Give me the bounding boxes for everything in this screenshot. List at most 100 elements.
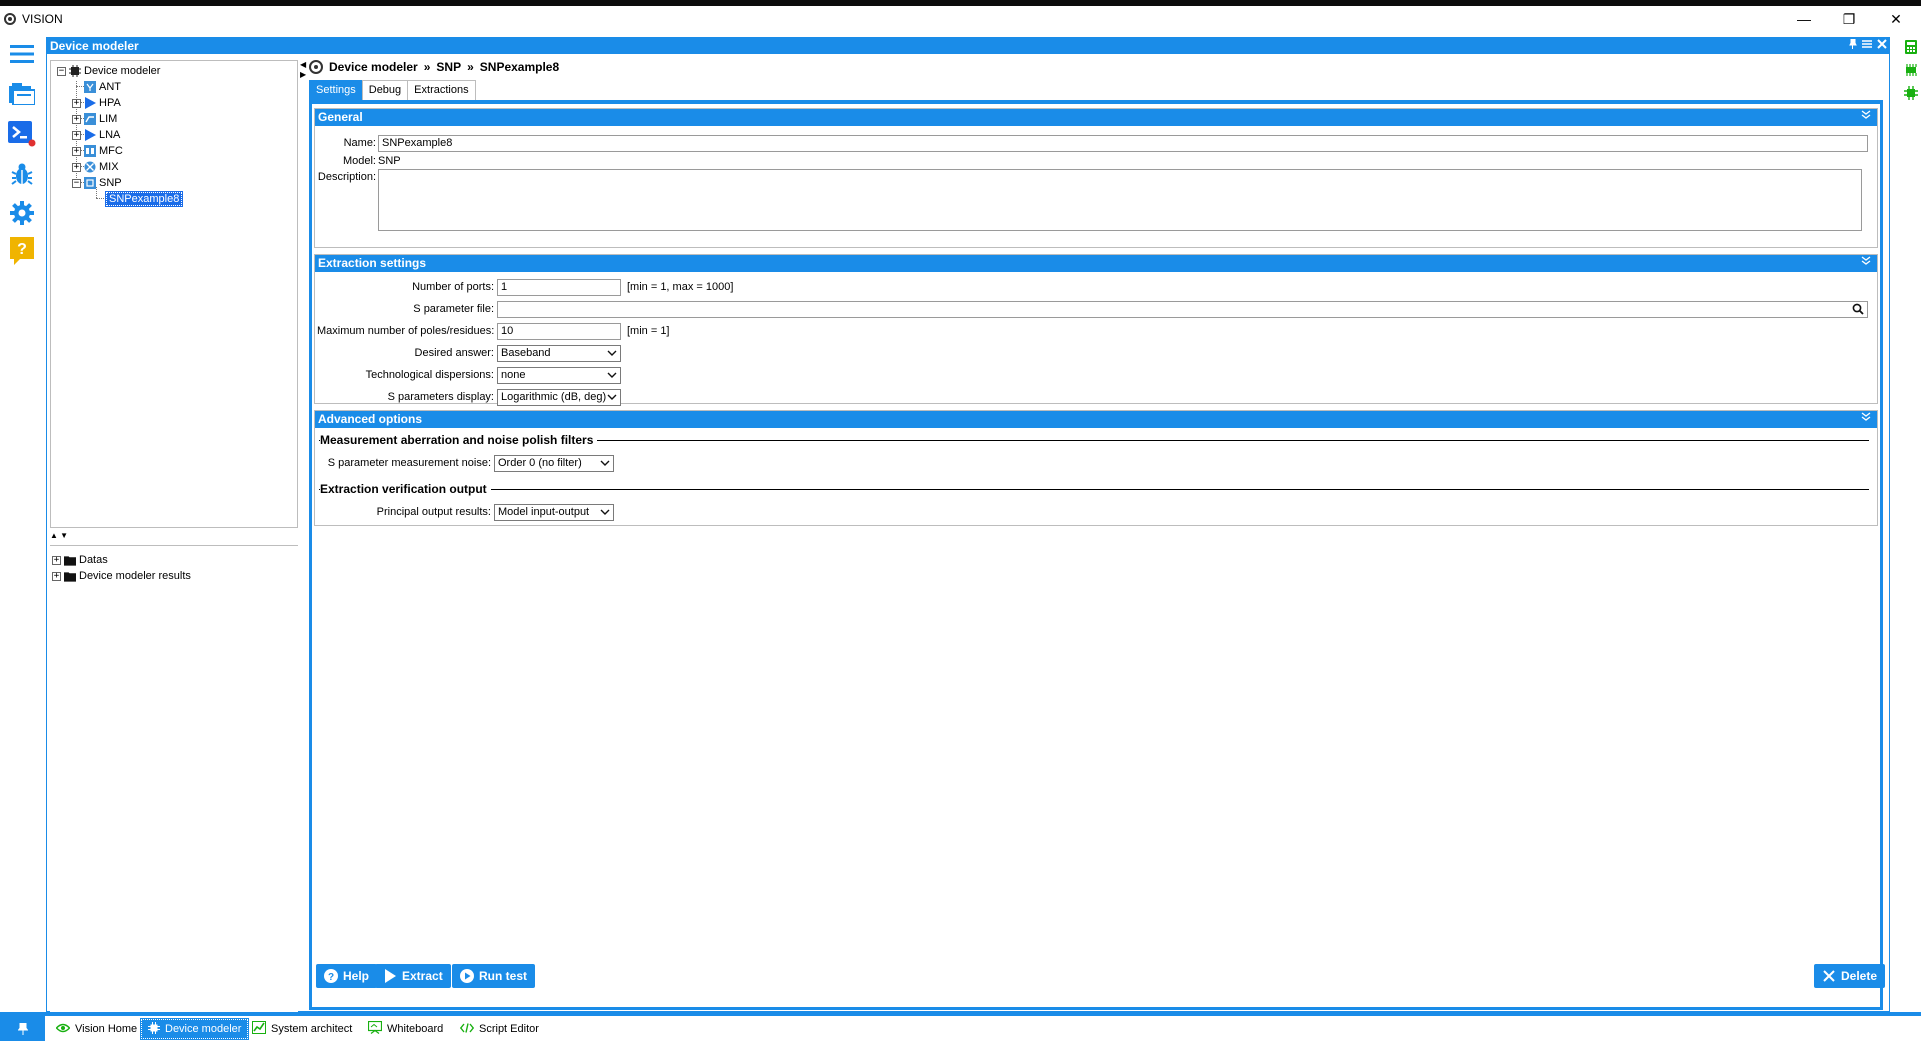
chevron-collapse-icon[interactable] bbox=[1861, 411, 1871, 428]
tree-item-lim[interactable]: + LIM bbox=[72, 112, 117, 126]
tree-item-label: ANT bbox=[99, 81, 121, 93]
taskbar-vision-home[interactable]: Vision Home bbox=[50, 1019, 143, 1039]
delete-button[interactable]: Delete bbox=[1814, 964, 1886, 988]
tree-item-hpa[interactable]: + HPA bbox=[72, 96, 121, 110]
bug-icon[interactable] bbox=[8, 160, 36, 188]
breadcrumb-snp[interactable]: SNP bbox=[436, 60, 461, 74]
close-window-button[interactable]: ✕ bbox=[1876, 8, 1916, 30]
mixer-icon bbox=[84, 161, 96, 173]
help-circle-icon: ? bbox=[324, 969, 338, 983]
verification-section-title: Extraction verification output bbox=[320, 482, 491, 496]
home-icon[interactable] bbox=[309, 60, 323, 74]
description-field[interactable] bbox=[378, 169, 1862, 231]
tree-item-label: LNA bbox=[99, 129, 121, 141]
s-parameters-display-label: S parameters display: bbox=[387, 391, 494, 403]
taskbar-label: Vision Home bbox=[75, 1023, 138, 1035]
taskbar-label: System architect bbox=[271, 1023, 353, 1035]
search-icon[interactable] bbox=[1852, 303, 1864, 318]
help-button[interactable]: ? Help bbox=[316, 964, 378, 988]
panel-close-icon[interactable] bbox=[1877, 38, 1887, 54]
output-label: Principal output results: bbox=[376, 506, 491, 518]
advanced-options-header[interactable]: Advanced options bbox=[315, 411, 1877, 428]
terminal-icon[interactable] bbox=[8, 120, 36, 148]
tab-debug[interactable]: Debug bbox=[361, 80, 409, 100]
gear-icon[interactable] bbox=[8, 199, 36, 227]
help-icon[interactable]: ? bbox=[8, 237, 36, 265]
tab-settings[interactable]: Settings bbox=[309, 80, 363, 100]
splitter-up-icon[interactable]: ▲ bbox=[50, 531, 58, 540]
breadcrumb-separator: » bbox=[423, 60, 431, 74]
panel-header: Device modeler bbox=[47, 38, 1889, 54]
tree-item-device-modeler-results[interactable]: + Device modeler results bbox=[52, 569, 191, 583]
expand-toggle-icon[interactable]: + bbox=[52, 555, 61, 565]
pin-icon[interactable] bbox=[0, 1016, 45, 1041]
collapse-left-panel-handle[interactable]: ◀ ▶ bbox=[300, 60, 306, 90]
play-circle-icon bbox=[460, 969, 474, 983]
run-test-button[interactable]: Run test bbox=[452, 964, 535, 988]
chip-icon[interactable] bbox=[1904, 64, 1918, 79]
taskbar-system-architect[interactable]: System architect bbox=[246, 1019, 358, 1039]
poles-label: Maximum number of poles/residues: bbox=[317, 325, 495, 337]
pin-panel-icon[interactable] bbox=[1849, 38, 1857, 54]
s-parameter-file-field[interactable] bbox=[497, 301, 1868, 318]
chevron-collapse-icon[interactable] bbox=[1861, 255, 1871, 272]
tree-item-label: LIM bbox=[99, 113, 118, 125]
tree-item-snpexample8[interactable]: SNPexample8 bbox=[104, 191, 184, 207]
breadcrumb: Device modeler » SNP » SNPexample8 bbox=[309, 58, 559, 76]
expand-toggle-icon[interactable]: + bbox=[72, 98, 81, 108]
collapse-toggle-icon[interactable]: − bbox=[57, 66, 66, 76]
minimize-button[interactable]: — bbox=[1784, 8, 1824, 30]
expand-toggle-icon[interactable]: + bbox=[72, 130, 81, 140]
name-field[interactable]: SNPexample8 bbox=[378, 135, 1868, 152]
s-parameters-display-select[interactable]: Logarithmic (dB, deg) bbox=[497, 389, 621, 406]
poles-field[interactable]: 10 bbox=[497, 323, 621, 340]
tab-extractions[interactable]: Extractions bbox=[407, 80, 476, 100]
restore-button[interactable]: ❐ bbox=[1829, 8, 1869, 30]
model-label: Model: bbox=[342, 155, 376, 167]
component-icon[interactable] bbox=[1904, 86, 1918, 103]
desired-answer-select[interactable]: Baseband bbox=[497, 345, 621, 362]
svg-text:?: ? bbox=[17, 241, 27, 258]
content-area: Device modeler » SNP » SNPexample8 Setti… bbox=[309, 54, 1889, 1012]
general-group: General Name: SNPexample8 Model: SNP Des… bbox=[314, 108, 1878, 248]
taskbar-script-editor[interactable]: Script Editor bbox=[454, 1019, 545, 1039]
expand-toggle-icon[interactable]: + bbox=[72, 146, 81, 156]
tree-item-ant[interactable]: ANT bbox=[72, 80, 121, 94]
tree-root[interactable]: − Device modeler bbox=[57, 64, 160, 78]
extraction-settings-title: Extraction settings bbox=[318, 256, 427, 270]
ports-field[interactable]: 1 bbox=[497, 279, 621, 296]
expand-toggle-icon[interactable]: + bbox=[52, 571, 61, 581]
expand-toggle-icon[interactable]: + bbox=[72, 162, 81, 172]
tree-item-mfc[interactable]: + MFC bbox=[72, 144, 123, 158]
extraction-settings-header[interactable]: Extraction settings bbox=[315, 255, 1877, 272]
tree-item-datas[interactable]: + Datas bbox=[52, 553, 108, 567]
calculator-icon[interactable] bbox=[1905, 40, 1917, 57]
chevron-collapse-icon[interactable] bbox=[1861, 109, 1871, 126]
taskbar-device-modeler[interactable]: Device modeler bbox=[139, 1018, 250, 1040]
noise-select[interactable]: Order 0 (no filter) bbox=[494, 455, 614, 472]
folders-icon[interactable] bbox=[8, 80, 36, 108]
panel-menu-icon[interactable] bbox=[1862, 38, 1872, 54]
extract-button[interactable]: Extract bbox=[375, 964, 451, 988]
mfc-icon bbox=[84, 145, 96, 157]
tree-item-mix[interactable]: + MIX bbox=[72, 160, 119, 174]
general-header[interactable]: General bbox=[315, 109, 1877, 126]
splitter-down-icon[interactable]: ▼ bbox=[60, 531, 68, 540]
eye-icon bbox=[55, 1023, 71, 1036]
breadcrumb-snpexample8: SNPexample8 bbox=[479, 60, 560, 74]
breadcrumb-device-modeler[interactable]: Device modeler bbox=[329, 60, 418, 74]
tree-root-label: Device modeler bbox=[84, 65, 161, 77]
panel-splitter[interactable]: ▲ ▼ bbox=[50, 531, 298, 545]
panel-title: Device modeler bbox=[50, 39, 139, 53]
taskbar: Vision Home Device modeler System archit… bbox=[0, 1012, 1921, 1041]
menu-icon[interactable] bbox=[8, 40, 36, 68]
expand-toggle-icon[interactable]: + bbox=[72, 114, 81, 124]
taskbar-whiteboard[interactable]: Whiteboard bbox=[362, 1019, 449, 1039]
output-select[interactable]: Model input-output bbox=[494, 504, 614, 521]
tree-item-lna[interactable]: + LNA bbox=[72, 128, 120, 142]
snp-icon bbox=[84, 177, 96, 189]
tree-item-snp[interactable]: − SNP bbox=[72, 176, 122, 190]
section-divider bbox=[319, 489, 1869, 490]
collapse-toggle-icon[interactable]: − bbox=[72, 178, 81, 188]
dispersions-select[interactable]: none bbox=[497, 367, 621, 384]
